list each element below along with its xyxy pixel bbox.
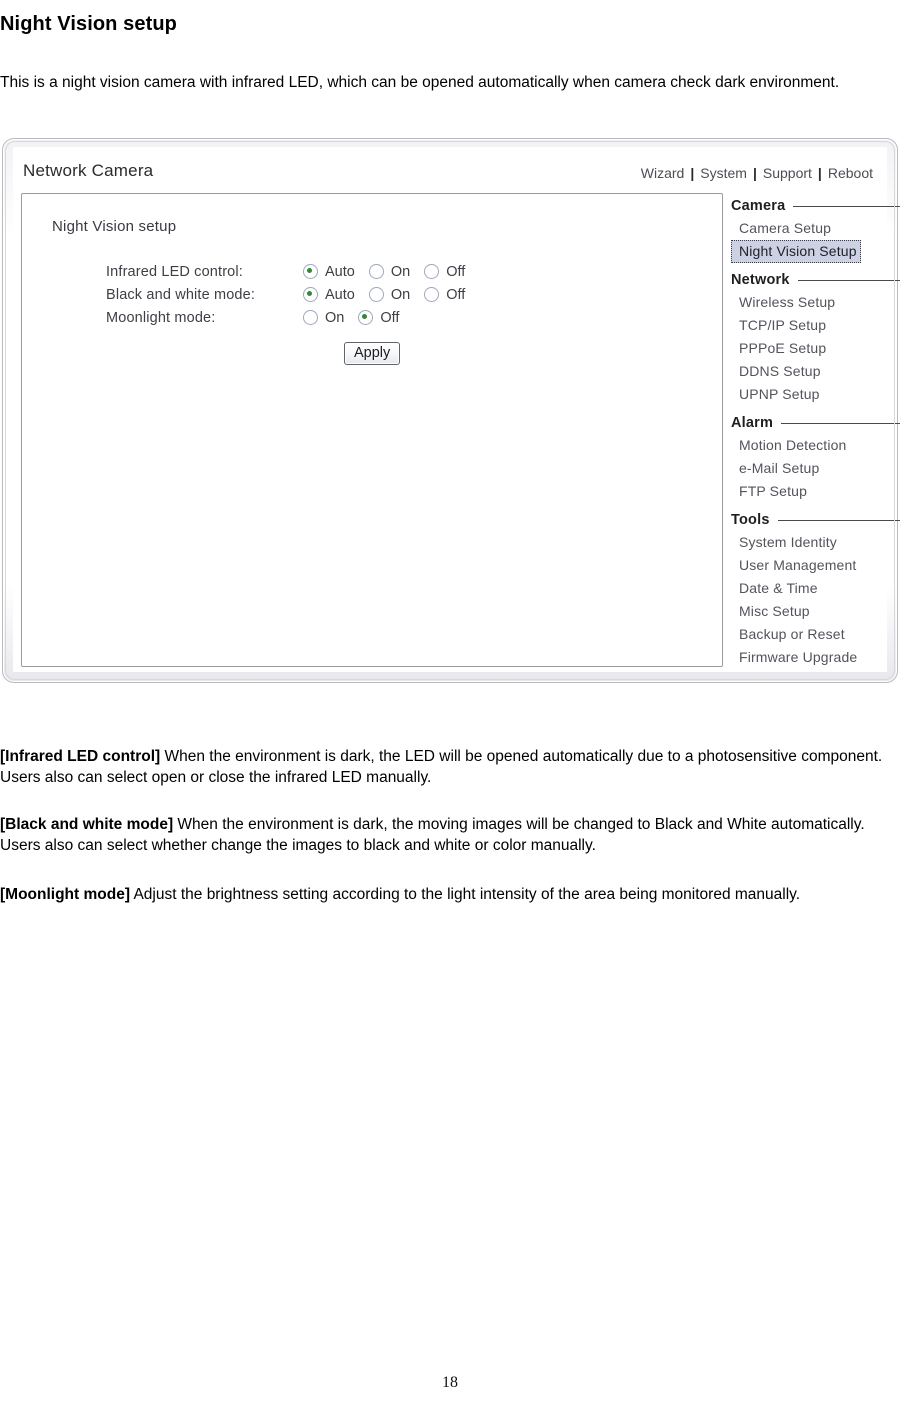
description-infrared-led: [Infrared LED control] When the environm… bbox=[0, 746, 895, 788]
radio-option-label: Off bbox=[446, 263, 466, 280]
radio-option-label: Off bbox=[380, 309, 400, 326]
sidebar-section-title: Camera bbox=[731, 198, 786, 214]
sidebar-section-tools: Tools bbox=[731, 509, 900, 531]
description-text: Adjust the brightness setting according … bbox=[130, 885, 801, 903]
sidebar-item-wireless-setup[interactable]: Wireless Setup bbox=[731, 291, 900, 314]
sidebar-section-title: Alarm bbox=[731, 415, 774, 431]
description-black-white-mode: [Black and white mode] When the environm… bbox=[0, 814, 895, 856]
nav-link-reboot[interactable]: Reboot bbox=[826, 165, 875, 181]
sidebar-section-divider bbox=[777, 519, 900, 521]
radio-option-on[interactable]: On bbox=[368, 286, 418, 303]
page-title: Night Vision setup bbox=[0, 13, 177, 36]
sidebar-section-network: Network bbox=[731, 269, 900, 291]
sidebar-item-motion-detection[interactable]: Motion Detection bbox=[731, 434, 900, 457]
sidebar-section-title: Tools bbox=[731, 512, 770, 528]
sidebar-item-upnp-setup[interactable]: UPNP Setup bbox=[731, 383, 900, 406]
sidebar-menu: Camera Camera Setup Night Vision Setup Netw… bbox=[731, 195, 900, 669]
radio-option-auto[interactable]: Auto bbox=[303, 264, 363, 280]
description-term: [Infrared LED control] bbox=[0, 747, 161, 765]
nav-separator: | bbox=[690, 165, 695, 181]
panel-title: Night Vision setup bbox=[52, 218, 177, 235]
page-number: 18 bbox=[442, 1374, 458, 1391]
nav-separator: | bbox=[752, 165, 757, 181]
intro-paragraph: This is a night vision camera with infra… bbox=[0, 73, 840, 91]
top-nav-links: Wizard | System | Support | Reboot bbox=[639, 165, 875, 181]
sidebar-item-date-time[interactable]: Date & Time bbox=[731, 577, 900, 600]
radio-option-label: On bbox=[325, 309, 345, 326]
sidebar-item-camera-setup[interactable]: Camera Setup bbox=[731, 217, 900, 240]
radio-option-label: On bbox=[390, 286, 411, 303]
sidebar-item-firmware-upgrade[interactable]: Firmware Upgrade bbox=[731, 646, 900, 669]
screenshot-frame: Network Camera Wizard | System | Support | Reb… bbox=[2, 138, 900, 683]
nav-link-wizard[interactable]: Wizard bbox=[639, 165, 687, 181]
radio-option-off[interactable]: Off bbox=[424, 264, 473, 280]
sidebar-section-camera: Camera bbox=[731, 195, 900, 217]
description-term: [Black and white mode] bbox=[0, 815, 174, 833]
nav-link-system[interactable]: System bbox=[698, 165, 749, 181]
apply-button[interactable]: Apply bbox=[344, 342, 401, 365]
radio-button-icon[interactable] bbox=[424, 287, 440, 302]
sidebar-item-user-management[interactable]: User Management bbox=[731, 554, 900, 577]
radio-button-icon[interactable] bbox=[358, 310, 374, 325]
radio-option-on[interactable]: On bbox=[303, 310, 352, 326]
description-term: [Moonlight mode] bbox=[0, 885, 130, 903]
sidebar-item-ftp-setup[interactable]: FTP Setup bbox=[731, 480, 900, 503]
sidebar-item-system-identity[interactable]: System Identity bbox=[731, 531, 900, 554]
sidebar-item-misc-setup[interactable]: Misc Setup bbox=[731, 600, 900, 623]
radio-button-icon[interactable] bbox=[303, 310, 318, 325]
settings-list: Infrared LED control: Auto On Off Black and … bbox=[106, 260, 479, 329]
radio-option-label: On bbox=[390, 263, 411, 280]
setting-label: Moonlight mode: bbox=[106, 309, 216, 326]
nav-separator: | bbox=[817, 165, 822, 181]
setting-row: Moonlight mode: On Off bbox=[106, 306, 479, 329]
content-panel: Night Vision setup Infrared LED control:… bbox=[21, 193, 723, 667]
radio-button-icon[interactable] bbox=[368, 264, 384, 279]
sidebar-item-e-mail-setup[interactable]: e-Mail Setup bbox=[731, 457, 900, 480]
sidebar-item-backup-or-reset[interactable]: Backup or Reset bbox=[731, 623, 900, 646]
apply-button-wrapper: Apply bbox=[344, 342, 401, 365]
radio-option-label: Auto bbox=[325, 263, 355, 280]
radio-option-on[interactable]: On bbox=[368, 263, 418, 280]
setting-row: Infrared LED control: Auto On Off bbox=[106, 260, 479, 283]
camera-header: Network Camera Wizard | System | Support | Reb… bbox=[13, 161, 881, 189]
screenshot-inner: Network Camera Wizard | System | Support | Reb… bbox=[13, 147, 900, 672]
sidebar-item-ddns-setup[interactable]: DDNS Setup bbox=[731, 360, 900, 383]
nav-link-support[interactable]: Support bbox=[761, 165, 814, 181]
sidebar-item-pppoe-setup[interactable]: PPPoE Setup bbox=[731, 337, 900, 360]
radio-button-icon[interactable] bbox=[303, 264, 318, 279]
sidebar-item-tcp-ip-setup[interactable]: TCP/IP Setup bbox=[731, 314, 900, 337]
radio-button-icon[interactable] bbox=[368, 287, 384, 302]
camera-ui-screenshot: Network Camera Wizard | System | Support | Reb… bbox=[2, 138, 900, 683]
setting-label: Black and white mode: bbox=[106, 286, 256, 303]
sidebar-item-night-vision-setup[interactable]: Night Vision Setup bbox=[731, 240, 861, 263]
setting-label: Infrared LED control: bbox=[106, 263, 243, 280]
sidebar-section-divider bbox=[793, 205, 900, 207]
sidebar-section-divider bbox=[781, 422, 900, 424]
radio-button-icon[interactable] bbox=[424, 264, 440, 279]
description-moonlight-mode: [Moonlight mode] Adjust the brightness s… bbox=[0, 884, 895, 905]
sidebar-section-title: Network bbox=[731, 272, 790, 288]
radio-option-label: Off bbox=[446, 286, 466, 303]
radio-option-off[interactable]: Off bbox=[358, 310, 407, 326]
radio-option-auto[interactable]: Auto bbox=[303, 287, 363, 303]
sidebar-section-alarm: Alarm bbox=[731, 412, 900, 434]
camera-brand: Network Camera bbox=[23, 161, 154, 180]
setting-row: Black and white mode: Auto On Off bbox=[106, 283, 479, 306]
radio-option-label: Auto bbox=[325, 286, 355, 303]
radio-button-icon[interactable] bbox=[303, 287, 318, 302]
sidebar-section-divider bbox=[797, 279, 900, 281]
radio-option-off[interactable]: Off bbox=[424, 287, 473, 303]
